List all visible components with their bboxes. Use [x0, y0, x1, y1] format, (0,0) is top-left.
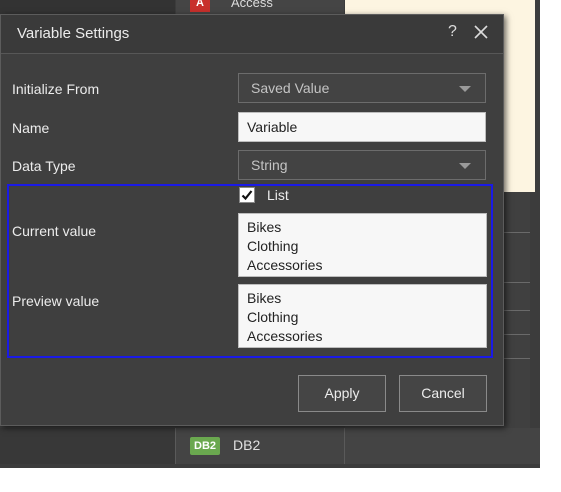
list-item: Clothing [247, 238, 299, 254]
data-type-dropdown[interactable]: String [238, 150, 486, 180]
list-item: Bikes [247, 290, 282, 306]
current-value-label: Current value [12, 223, 97, 239]
divider [344, 428, 345, 464]
preview-value-listbox[interactable]: Bikes Clothing Accessories [238, 284, 487, 348]
background-item-label[interactable]: DB2 [233, 437, 260, 453]
access-app-icon: A [190, 0, 210, 12]
db2-badge-icon: DB2 [190, 437, 221, 455]
variable-settings-dialog: Variable Settings ? Initialize From Save… [0, 14, 504, 426]
data-type-label: Data Type [12, 158, 76, 174]
chevron-down-icon [459, 163, 471, 169]
name-label: Name [12, 120, 50, 136]
dialog-title: Variable Settings [17, 25, 130, 42]
list-checkbox-label: List [267, 187, 289, 203]
background-list-item-access[interactable]: A Access [176, 0, 344, 14]
list-item: Accessories [247, 328, 323, 344]
background-panel [0, 428, 175, 464]
dialog-titlebar[interactable]: Variable Settings ? [1, 15, 503, 54]
preview-value-label: Preview value [12, 293, 100, 309]
apply-button[interactable]: Apply [298, 375, 386, 412]
close-icon[interactable] [471, 21, 491, 43]
chevron-down-icon [459, 86, 471, 92]
list-checkbox[interactable] [239, 187, 255, 203]
data-type-value: String [251, 157, 288, 173]
background-item-label: Access [231, 0, 273, 10]
background-panel [0, 0, 175, 14]
divider [175, 428, 176, 464]
initialize-from-value: Saved Value [251, 80, 330, 96]
help-button[interactable]: ? [448, 23, 457, 41]
initialize-from-label: Initialize From [12, 81, 100, 97]
list-item: Accessories [247, 257, 323, 273]
cancel-button[interactable]: Cancel [399, 375, 487, 412]
list-item: Clothing [247, 309, 299, 325]
list-item: Bikes [247, 219, 282, 235]
checkmark-icon [241, 190, 253, 201]
initialize-from-dropdown[interactable]: Saved Value [238, 73, 486, 103]
current-value-listbox[interactable]: Bikes Clothing Accessories [238, 213, 487, 277]
name-input[interactable] [238, 112, 486, 142]
